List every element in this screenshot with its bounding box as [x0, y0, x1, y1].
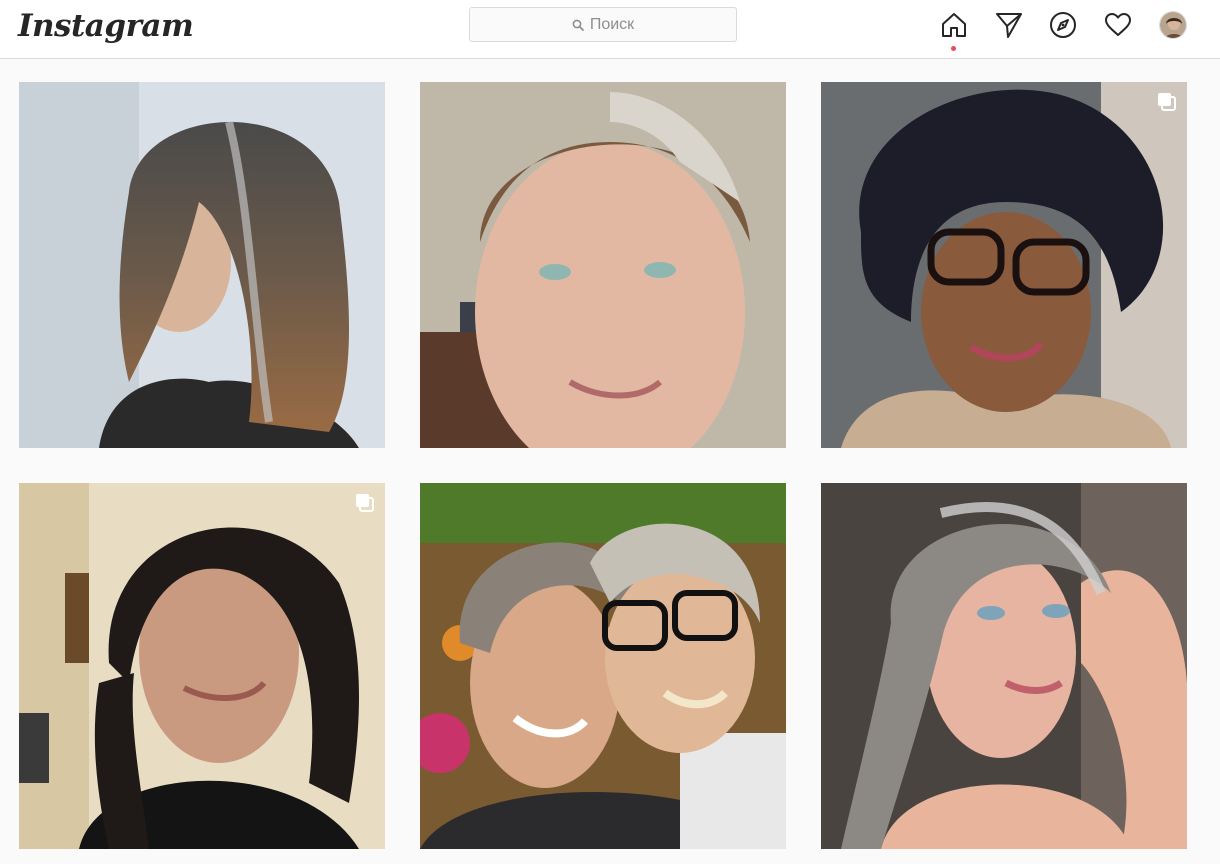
post-tile-2[interactable] — [420, 82, 786, 448]
post-image — [420, 483, 786, 849]
direct-button[interactable] — [994, 10, 1024, 40]
compass-icon — [1050, 12, 1076, 38]
top-navbar: Instagram Поиск — [0, 0, 1220, 59]
home-button[interactable] — [939, 10, 969, 40]
avatar — [1160, 12, 1186, 38]
instagram-logo[interactable]: Instagram — [18, 6, 194, 46]
post-image — [19, 82, 385, 448]
post-image — [420, 82, 786, 448]
post-image — [821, 82, 1187, 448]
post-tile-5[interactable] — [420, 483, 786, 849]
post-tile-4[interactable] — [19, 483, 385, 849]
paper-plane-icon — [996, 13, 1022, 38]
explore-button[interactable] — [1048, 10, 1078, 40]
carousel-icon — [1158, 93, 1176, 111]
post-tile-1[interactable] — [19, 82, 385, 448]
post-image — [821, 483, 1187, 849]
heart-icon — [1105, 13, 1131, 36]
post-tile-3[interactable] — [821, 82, 1187, 448]
post-image — [19, 483, 385, 849]
search-input[interactable]: Поиск — [469, 7, 737, 42]
carousel-icon — [356, 494, 374, 512]
home-active-indicator — [951, 46, 956, 51]
home-icon — [942, 13, 966, 37]
search-placeholder: Поиск — [589, 15, 635, 33]
search-icon — [572, 19, 584, 31]
post-tile-6[interactable] — [821, 483, 1187, 849]
profile-avatar[interactable] — [1159, 11, 1187, 39]
activity-button[interactable] — [1103, 10, 1133, 40]
